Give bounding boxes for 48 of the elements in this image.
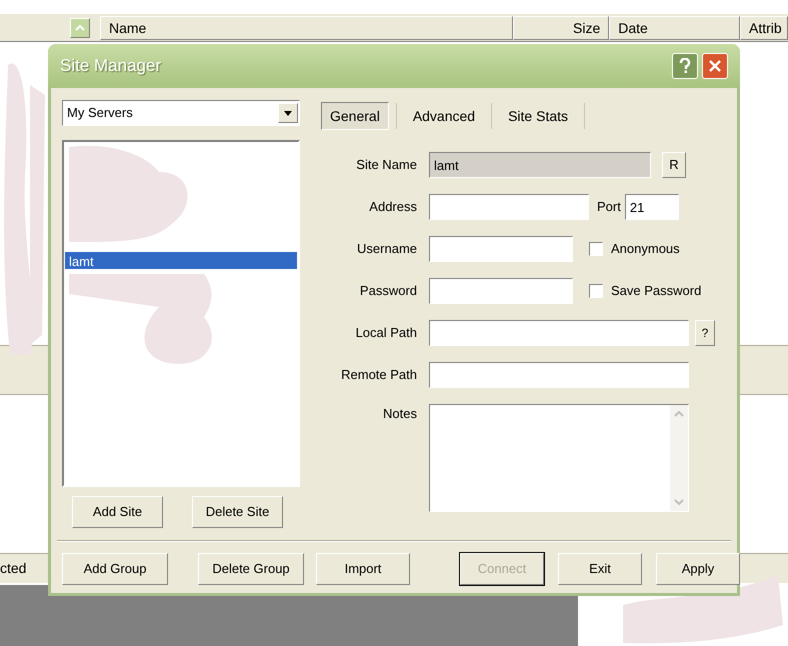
text-field[interactable]: lamt bbox=[429, 152, 651, 178]
dialog-button[interactable]: Delete Site bbox=[192, 496, 283, 528]
text-field[interactable] bbox=[429, 194, 589, 220]
dialog-button[interactable]: Add Site bbox=[72, 496, 163, 528]
dialog-button[interactable]: Delete Group bbox=[198, 553, 304, 585]
field-label: Local Path bbox=[354, 324, 417, 342]
checkbox[interactable] bbox=[589, 284, 603, 298]
text-field[interactable] bbox=[429, 362, 689, 388]
text-field[interactable] bbox=[429, 278, 573, 304]
scrollbar[interactable] bbox=[670, 405, 688, 511]
text-field[interactable] bbox=[429, 236, 573, 262]
dialog-button[interactable]: Apply bbox=[656, 553, 740, 585]
site-list-item[interactable]: lamt bbox=[65, 252, 297, 269]
group-dropdown[interactable]: My Servers bbox=[62, 100, 300, 126]
column-header[interactable]: Name bbox=[100, 16, 513, 40]
rename-button[interactable]: R bbox=[662, 152, 686, 178]
caret-up-icon bbox=[75, 25, 85, 31]
close-button[interactable] bbox=[702, 53, 728, 79]
column-header[interactable]: Size bbox=[512, 16, 610, 40]
field-label: Password bbox=[358, 282, 417, 300]
column-header[interactable]: Attrib bbox=[740, 16, 788, 40]
dialog-button[interactable]: Exit bbox=[558, 553, 642, 585]
tab[interactable]: Advanced bbox=[404, 102, 484, 130]
text-field[interactable] bbox=[429, 320, 689, 346]
dialog-button[interactable]: Import bbox=[316, 553, 410, 585]
field-label: Address bbox=[368, 198, 417, 216]
checkbox-label: Save Password bbox=[611, 282, 702, 300]
checkbox-label: Anonymous bbox=[611, 240, 680, 258]
dialog-button[interactable]: Add Group bbox=[62, 553, 168, 585]
window-title: Site Manager bbox=[60, 55, 162, 78]
status-text: cted bbox=[0, 559, 26, 578]
field-label: Username bbox=[356, 240, 417, 258]
notes-field[interactable] bbox=[429, 404, 689, 512]
help-icon bbox=[679, 58, 691, 74]
browse-button[interactable]: ? bbox=[695, 320, 715, 346]
field-label: Notes bbox=[382, 405, 417, 423]
text-field[interactable]: 21 bbox=[624, 194, 679, 220]
field-label: Site Name bbox=[355, 156, 417, 174]
field-label: Port bbox=[597, 198, 621, 216]
tab[interactable]: General bbox=[321, 102, 389, 130]
help-button[interactable] bbox=[672, 53, 698, 79]
scroll-up-button[interactable] bbox=[70, 18, 90, 38]
dropdown-arrow-icon bbox=[284, 110, 292, 116]
field-label: Remote Path bbox=[340, 366, 417, 384]
checkbox[interactable] bbox=[589, 242, 603, 256]
column-header[interactable]: Date bbox=[609, 16, 740, 40]
tab[interactable]: Site Stats bbox=[499, 102, 578, 130]
close-icon bbox=[708, 59, 722, 73]
